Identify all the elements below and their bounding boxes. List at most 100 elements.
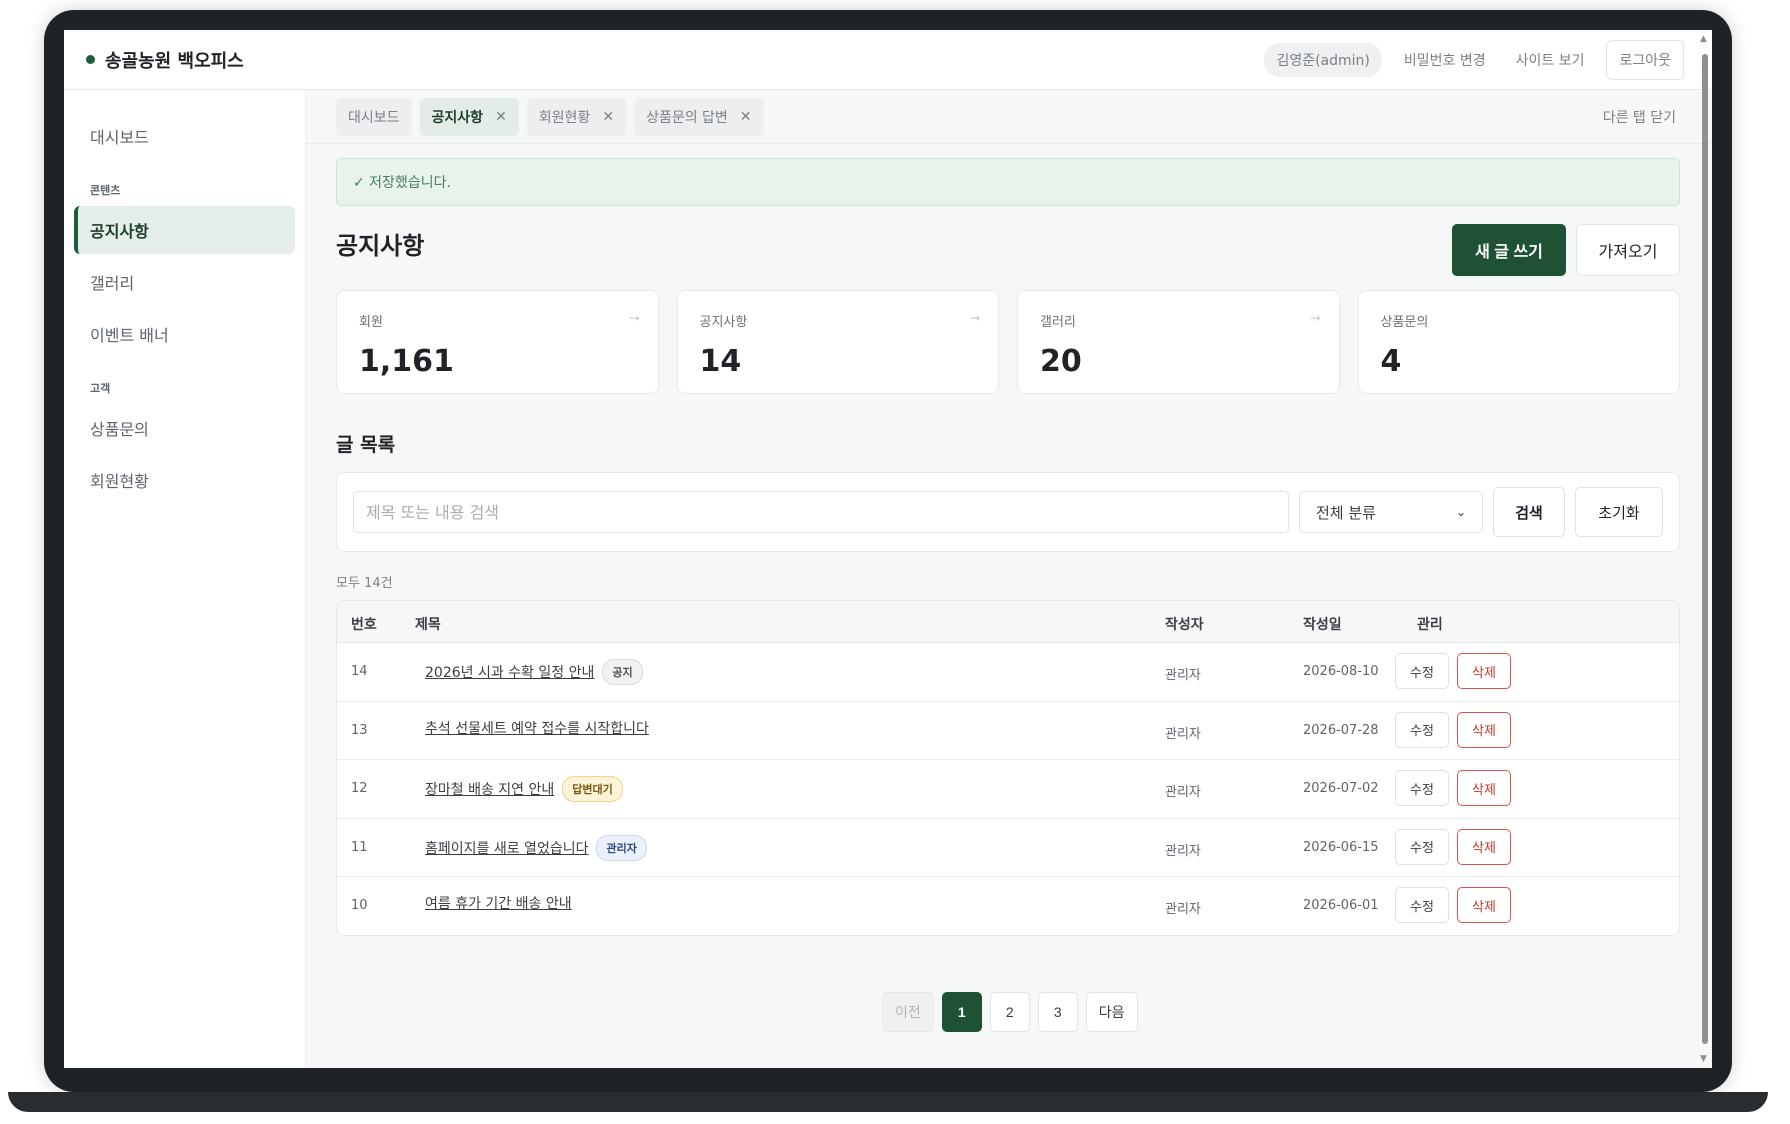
column-header-actions: 관리 (1417, 617, 1443, 633)
post-title-link[interactable]: 여름 휴가 기간 배송 안내 (425, 893, 572, 913)
table-row: 14 2026년 시과 수확 일정 안내 공지 관리자 2026-08-10 수… (337, 643, 1679, 702)
delete-button[interactable]: 삭제 (1457, 711, 1511, 748)
row-author: 관리자 (1165, 902, 1201, 917)
delete-button[interactable]: 삭제 (1457, 828, 1511, 865)
edit-button[interactable]: 수정 (1395, 653, 1449, 689)
tab-label: 회원현황 (538, 109, 591, 126)
stat-card-notices[interactable]: 공지사항 14 → (676, 290, 999, 394)
tab-label: 대시보드 (348, 109, 400, 126)
prev-page-button[interactable]: 이전 (882, 992, 934, 1032)
row-number: 12 (351, 781, 368, 796)
stat-label: 회원 (359, 315, 383, 330)
table-row: 13 추석 선물세트 예약 접수를 시작합니다 관리자 2026-07-28 수… (337, 702, 1679, 760)
edit-button[interactable]: 수정 (1395, 828, 1449, 865)
topbar: 송골농원 백오피스 김영준(admin) 비밀번호 변경 사이트 보기 로그아웃 (64, 30, 1712, 90)
row-date: 2026-07-02 (1303, 781, 1379, 796)
scroll-up-icon[interactable]: ▲ (1700, 34, 1707, 44)
stat-label: 공지사항 (699, 315, 748, 330)
edit-button[interactable]: 수정 (1395, 887, 1449, 923)
tab-notices[interactable]: 공지사항 ✕ (419, 97, 519, 136)
sidebar: 대시보드 콘텐츠 공지사항 갤러리 이벤트 배너 고객 상품문의 회원현황 (64, 90, 306, 1068)
row-number: 13 (351, 722, 368, 738)
row-date: 2026-07-28 (1303, 722, 1379, 738)
sidebar-item-notices[interactable]: 공지사항 (74, 206, 295, 254)
post-title-link[interactable]: 2026년 시과 수확 일정 안내 (425, 662, 594, 682)
chevron-down-icon: ⌄ (1455, 505, 1466, 519)
sidebar-item-event-banner[interactable]: 이벤트 배너 (74, 310, 295, 358)
stats-row: 회원 1,161 → 공지사항 14 → 갤러리 20 → 상품문의 4 (336, 290, 1680, 394)
row-date: 2026-06-01 (1303, 898, 1379, 913)
import-button[interactable]: 가져오기 (1576, 224, 1680, 276)
sidebar-item-dashboard[interactable]: 대시보드 (74, 112, 295, 160)
view-site-link[interactable]: 사이트 보기 (1508, 43, 1593, 77)
page-button-2[interactable]: 2 (989, 992, 1030, 1032)
sidebar-section-content: 콘텐츠 (90, 184, 121, 197)
change-password-link[interactable]: 비밀번호 변경 (1396, 43, 1494, 77)
stat-card-inquiry[interactable]: 상품문의 4 (1357, 290, 1680, 394)
reset-button[interactable]: 초기화 (1575, 487, 1663, 537)
table-row: 10 여름 휴가 기간 배송 안내 관리자 2026-06-01 수정 삭제 (337, 877, 1679, 935)
next-page-button[interactable]: 다음 (1085, 992, 1138, 1032)
delete-button[interactable]: 삭제 (1457, 653, 1511, 689)
tab-members[interactable]: 회원현황 ✕ (526, 97, 627, 136)
scroll-down-icon[interactable]: ▼ (1700, 1054, 1707, 1064)
tab-inquiry-answer[interactable]: 상품문의 답변 ✕ (634, 97, 764, 136)
brand-dot-icon (86, 55, 95, 64)
success-alert: ✓ 저장했습니다. (336, 158, 1680, 206)
sidebar-item-gallery[interactable]: 갤러리 (74, 258, 295, 306)
new-post-button[interactable]: 새 글 쓰기 (1452, 224, 1566, 276)
stat-value: 4 (1380, 344, 1402, 379)
row-author: 관리자 (1165, 726, 1201, 742)
stat-label: 상품문의 (1380, 315, 1429, 330)
tab-bar: 대시보드 공지사항 ✕ 회원현황 ✕ 상품문의 답변 ✕ 다른 탭 닫기 (306, 90, 1712, 144)
stat-value: 1,161 (359, 344, 454, 379)
page-button-3[interactable]: 3 (1037, 992, 1078, 1032)
sidebar-section-customer: 고객 (90, 382, 111, 395)
scrollbar-thumb[interactable] (1702, 54, 1708, 1044)
category-select-value: 전체 분류 (1316, 503, 1376, 522)
top-actions: 김영준(admin) 비밀번호 변경 사이트 보기 로그아웃 (1264, 39, 1684, 80)
search-button[interactable]: 검색 (1493, 487, 1565, 537)
column-header-title: 제목 (415, 617, 441, 633)
column-header-no: 번호 (351, 617, 377, 633)
edit-button[interactable]: 수정 (1395, 711, 1449, 748)
status-badge: 공지 (602, 659, 643, 685)
delete-button[interactable]: 삭제 (1457, 770, 1511, 806)
search-panel: 전체 분류 ⌄ 검색 초기화 (336, 472, 1680, 552)
page-title: 공지사항 (336, 232, 425, 260)
category-select[interactable]: 전체 분류 ⌄ (1299, 491, 1483, 533)
stat-value: 20 (1040, 344, 1082, 379)
vertical-scrollbar[interactable]: ▲ ▼ (1700, 32, 1710, 1066)
close-icon[interactable]: ✕ (495, 109, 507, 125)
post-title-link[interactable]: 추석 선물세트 예약 접수를 시작합니다 (425, 718, 649, 738)
brand-name: 송골농원 백오피스 (105, 50, 244, 72)
close-icon[interactable]: ✕ (602, 109, 614, 125)
close-other-tabs-button[interactable]: 다른 탭 닫기 (1603, 107, 1676, 127)
delete-button[interactable]: 삭제 (1457, 887, 1511, 923)
main-content: ✓ 저장했습니다. 공지사항 새 글 쓰기 가져오기 회원 1,161 → 공지… (306, 144, 1712, 1068)
page-button-1[interactable]: 1 (941, 992, 982, 1032)
browser-viewport: 송골농원 백오피스 김영준(admin) 비밀번호 변경 사이트 보기 로그아웃… (64, 30, 1712, 1068)
row-author: 관리자 (1165, 668, 1201, 683)
result-count: 모두 14건 (336, 576, 393, 591)
edit-button[interactable]: 수정 (1395, 770, 1449, 806)
post-title-link[interactable]: 장마철 배송 지연 안내 (425, 779, 554, 799)
sidebar-item-members[interactable]: 회원현황 (74, 456, 295, 504)
post-title-link[interactable]: 홈페이지를 새로 열었습니다 (425, 838, 588, 858)
stat-card-members[interactable]: 회원 1,161 → (336, 290, 659, 394)
tab-dashboard[interactable]: 대시보드 (336, 97, 412, 136)
stat-card-gallery[interactable]: 갤러리 20 → (1017, 290, 1340, 394)
row-number: 10 (351, 898, 368, 913)
row-date: 2026-08-10 (1303, 664, 1379, 679)
logout-button[interactable]: 로그아웃 (1606, 39, 1684, 80)
sidebar-item-product-inquiry[interactable]: 상품문의 (74, 404, 295, 452)
row-author: 관리자 (1165, 785, 1201, 800)
laptop-base (8, 1092, 1768, 1112)
search-input[interactable] (353, 491, 1289, 533)
pagination: 이전 1 2 3 다음 (882, 992, 1138, 1032)
close-icon[interactable]: ✕ (740, 109, 752, 125)
row-number: 14 (351, 664, 368, 679)
status-badge: 답변대기 (562, 776, 623, 802)
brand[interactable]: 송골농원 백오피스 (86, 47, 244, 73)
title-cell: 추석 선물세트 예약 접수를 시작합니다 (425, 718, 649, 738)
